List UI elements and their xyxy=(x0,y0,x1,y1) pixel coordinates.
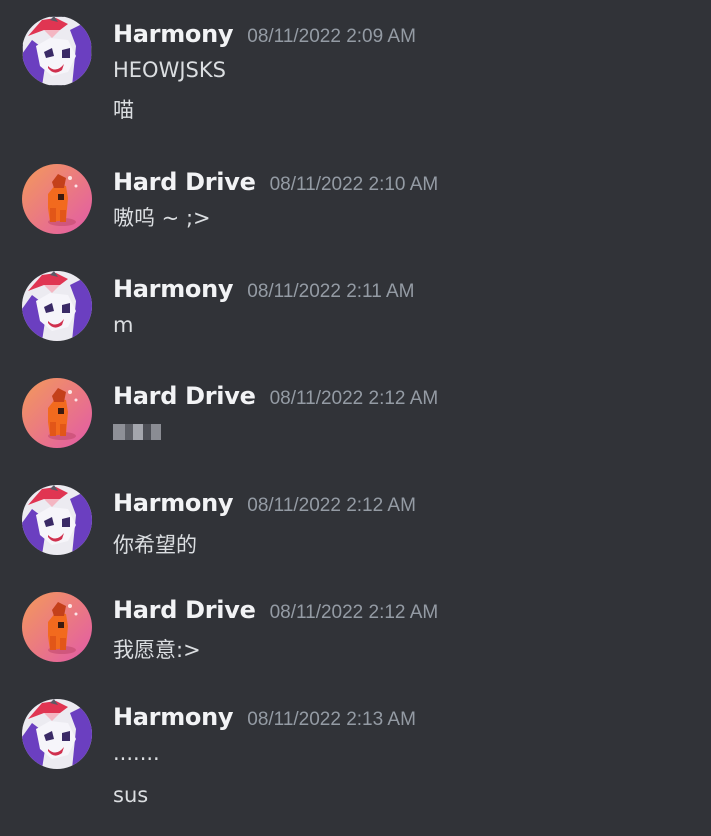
harmony-pony-avatar-icon[interactable] xyxy=(22,699,92,769)
message-timestamp[interactable]: 08/11/2022 2:09 AM xyxy=(247,26,416,47)
hard-drive-pony-avatar-icon[interactable] xyxy=(22,164,92,234)
message-text: HEOWJSKS xyxy=(113,58,226,82)
message-text: 喵 xyxy=(113,98,134,122)
username[interactable]: Hard Drive xyxy=(113,596,256,624)
message-text: ....... xyxy=(113,741,160,765)
hard-drive-pony-avatar-icon[interactable] xyxy=(22,378,92,448)
message-header: Harmony 08/11/2022 2:12 AM xyxy=(113,485,416,521)
message-timestamp[interactable]: 08/11/2022 2:11 AM xyxy=(247,281,414,302)
harmony-pony-avatar-icon[interactable] xyxy=(22,16,92,86)
message-text: 你希望的 xyxy=(113,533,197,557)
username[interactable]: Harmony xyxy=(113,489,234,517)
chat-message-list: Harmony 08/11/2022 2:09 AM HEOWJSKS 喵 Ha… xyxy=(0,0,711,836)
message-header: Hard Drive 08/11/2022 2:12 AM xyxy=(113,592,438,628)
message-timestamp[interactable]: 08/11/2022 2:12 AM xyxy=(270,388,439,409)
pixelated-message-content xyxy=(113,424,161,440)
harmony-pony-avatar-icon[interactable] xyxy=(22,271,92,341)
hard-drive-pony-avatar-icon[interactable] xyxy=(22,592,92,662)
message-timestamp[interactable]: 08/11/2022 2:13 AM xyxy=(247,709,416,730)
message-header: Harmony 08/11/2022 2:13 AM xyxy=(113,699,416,735)
message-header: Harmony 08/11/2022 2:11 AM xyxy=(113,271,415,307)
message-text: 嗷呜 ~ ;> xyxy=(113,206,211,230)
username[interactable]: Harmony xyxy=(113,703,234,731)
username[interactable]: Harmony xyxy=(113,275,234,303)
harmony-pony-avatar-icon[interactable] xyxy=(22,485,92,555)
username[interactable]: Harmony xyxy=(113,20,234,48)
message-timestamp[interactable]: 08/11/2022 2:12 AM xyxy=(247,495,416,516)
message-timestamp[interactable]: 08/11/2022 2:10 AM xyxy=(270,174,439,195)
message-header: Harmony 08/11/2022 2:09 AM xyxy=(113,16,416,52)
username[interactable]: Hard Drive xyxy=(113,382,256,410)
message-header: Hard Drive 08/11/2022 2:10 AM xyxy=(113,164,438,200)
message-text: m xyxy=(113,313,134,337)
message-text: sus xyxy=(113,783,149,807)
message-text: 我愿意:> xyxy=(113,638,201,662)
message-timestamp[interactable]: 08/11/2022 2:12 AM xyxy=(270,602,439,623)
username[interactable]: Hard Drive xyxy=(113,168,256,196)
message-header: Hard Drive 08/11/2022 2:12 AM xyxy=(113,378,438,414)
